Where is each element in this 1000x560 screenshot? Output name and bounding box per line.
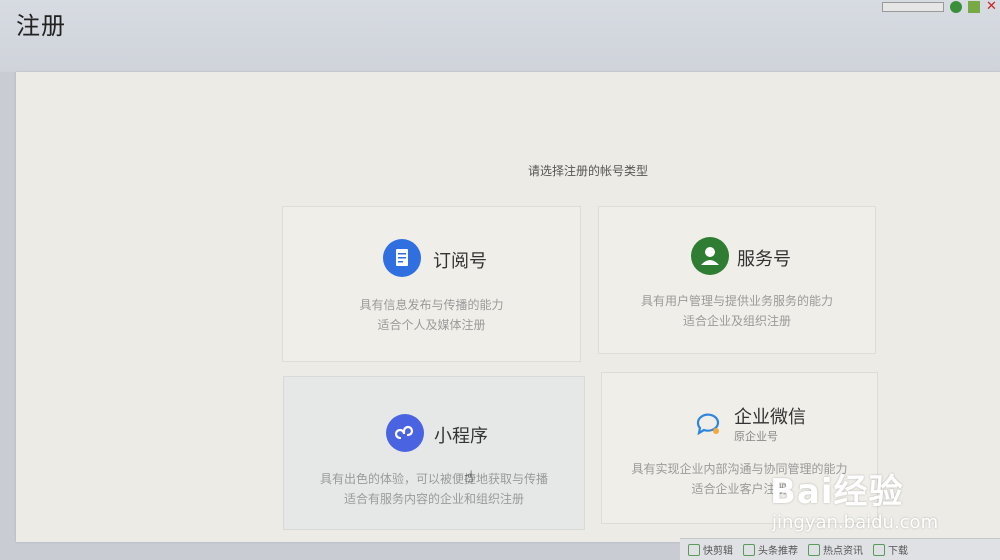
page-title: 注册 <box>16 12 66 40</box>
news-icon <box>743 543 755 556</box>
top-bar: 注册 ✕ <box>0 0 1000 72</box>
card-desc-line1: 具有用户管理与提供业务服务的能力 <box>640 294 833 308</box>
mini-program-icon <box>386 414 424 452</box>
play-icon <box>688 543 700 556</box>
download-icon <box>873 543 885 556</box>
card-desc-line2: 适合企业及组织注册 <box>682 314 791 328</box>
card-desc-line2: 适合有服务内容的企业和组织注册 <box>343 492 524 506</box>
taskbar-label: 快剪辑 <box>703 546 733 557</box>
taskbar-label: 头条推荐 <box>758 546 798 557</box>
account-type-prompt: 请选择注册的帐号类型 <box>528 164 649 178</box>
card-title: 订阅号 <box>433 251 487 272</box>
watermark-url: jingyan.baidu.com <box>772 512 939 533</box>
extension-icon[interactable] <box>950 1 962 13</box>
user-icon <box>691 237 729 275</box>
taskbar-item[interactable]: 下载 <box>873 542 908 557</box>
taskbar-item[interactable]: 热点资讯 <box>808 542 863 557</box>
watermark-brand: Bai经验 <box>770 472 904 512</box>
card-title: 小程序 <box>434 426 488 447</box>
hot-icon <box>808 543 820 556</box>
taskbar-label: 热点资讯 <box>823 546 863 557</box>
document-icon <box>383 239 421 277</box>
card-description: 具有出色的体验，可以被便捷地获取与传播 适合有服务内容的企业和组织注册 <box>284 469 584 509</box>
close-icon[interactable]: ✕ <box>986 0 1000 14</box>
watermark: Bai经验 jingyan.baidu.com <box>762 448 1000 543</box>
settings-icon[interactable] <box>968 1 980 13</box>
card-desc-line1: 具有信息发布与传播的能力 <box>359 298 504 312</box>
card-desc-line2: 适合个人及媒体注册 <box>377 318 486 332</box>
taskbar-item[interactable]: 快剪辑 <box>688 542 733 557</box>
card-description: 具有信息发布与传播的能力 适合个人及媒体注册 <box>283 295 580 335</box>
card-description: 具有用户管理与提供业务服务的能力 适合企业及组织注册 <box>599 291 875 331</box>
browser-tray: ✕ <box>882 0 1000 14</box>
card-mini-program[interactable]: 小程序 具有出色的体验，可以被便捷地获取与传播 适合有服务内容的企业和组织注册 … <box>283 376 585 530</box>
taskbar-label: 下载 <box>888 546 908 557</box>
tray-tab[interactable] <box>882 2 944 12</box>
card-title: 服务号 <box>737 249 791 270</box>
taskbar-item[interactable]: 头条推荐 <box>743 542 798 557</box>
chat-bubble-icon <box>690 405 728 443</box>
mouse-cursor-icon: ☝ <box>464 467 474 486</box>
card-subscription[interactable]: 订阅号 具有信息发布与传播的能力 适合个人及媒体注册 <box>282 206 581 362</box>
card-title: 企业微信 <box>734 407 806 428</box>
card-subtitle: 原企业号 <box>734 430 778 443</box>
card-desc-line1: 具有出色的体验，可以被便捷地获取与传播 <box>319 472 548 486</box>
card-service[interactable]: 服务号 具有用户管理与提供业务服务的能力 适合企业及组织注册 <box>598 206 876 354</box>
